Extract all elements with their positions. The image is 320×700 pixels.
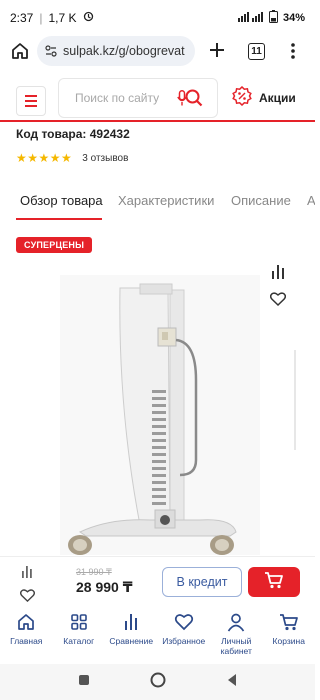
site-settings-icon[interactable]: [45, 45, 57, 57]
network-speed: 1,7 K: [48, 11, 77, 25]
heart-icon[interactable]: [269, 292, 287, 311]
new-tab-icon[interactable]: [208, 41, 226, 64]
compare-icon[interactable]: [22, 565, 32, 583]
heart-icon: [174, 614, 193, 631]
battery-icon: [268, 10, 278, 26]
tab-overview[interactable]: Обзор товара: [20, 193, 103, 208]
old-price: 31 990 ₸: [76, 567, 112, 577]
search-input[interactable]: Поиск по сайту: [58, 78, 218, 118]
compare-icon: [125, 614, 138, 630]
cart-icon: [264, 571, 284, 594]
catalog-icon: [70, 614, 87, 630]
home-icon[interactable]: [10, 41, 30, 66]
address-bar[interactable]: sulpak.kz/g/obogrevat: [37, 36, 195, 66]
purchase-bar: 31 990 ₸ 28 990 ₸ В кредит: [0, 556, 315, 606]
nav-account-label: Личный кабинет: [220, 636, 252, 656]
nav-cart[interactable]: Корзина: [263, 606, 316, 664]
discount-icon: [232, 85, 252, 109]
product-code: Код товара: 492432: [16, 127, 130, 141]
notification-icon: [83, 11, 94, 25]
browser-toolbar: sulpak.kz/g/obogrevat 11: [0, 36, 315, 66]
search-icon[interactable]: [183, 89, 203, 110]
product-rating[interactable]: ★★★★★ 3 отзывов: [16, 151, 128, 165]
nav-cart-label: Корзина: [272, 636, 305, 646]
nav-compare-label: Сравнение: [109, 636, 154, 646]
star-rating: ★★★★★: [16, 151, 73, 165]
status-badge: СУПЕРЦЕНЫ: [16, 237, 93, 253]
nav-account[interactable]: Личный кабинет: [210, 606, 263, 664]
signal-icon: [237, 11, 264, 25]
back-icon[interactable]: [226, 673, 238, 692]
more-menu-icon[interactable]: [290, 42, 296, 65]
clock: 2:37: [10, 11, 34, 25]
add-to-cart-button[interactable]: [248, 567, 300, 597]
tab-description[interactable]: Описание: [231, 193, 291, 208]
nav-home[interactable]: Главная: [0, 606, 53, 664]
tab-specifications[interactable]: Характеристики: [118, 193, 214, 208]
promotions-link[interactable]: Акции: [232, 85, 296, 109]
url-text: sulpak.kz/g/obogrevat: [63, 44, 185, 58]
nav-catalog-label: Каталог: [63, 636, 95, 646]
credit-button[interactable]: В кредит: [162, 567, 242, 597]
battery-level: 34%: [282, 12, 305, 24]
menu-button[interactable]: [16, 86, 46, 116]
site-header: Поиск по сайту Акции: [0, 72, 315, 122]
compare-icon[interactable]: [272, 265, 284, 284]
product-image[interactable]: [0, 270, 315, 560]
reviews-link[interactable]: 3 отзывов: [82, 153, 128, 164]
nav-compare[interactable]: Сравнение: [105, 606, 158, 664]
system-navigation: [0, 664, 315, 700]
promo-label: Акции: [259, 90, 296, 105]
tab-switcher-button[interactable]: 11: [248, 43, 265, 60]
nav-favorites-label: Избранное: [162, 636, 206, 646]
home-button-icon[interactable]: [150, 672, 166, 693]
price: 28 990 ₸: [76, 579, 133, 595]
heart-icon[interactable]: [19, 589, 36, 607]
home-icon: [18, 614, 35, 630]
active-tab-indicator: [16, 218, 102, 220]
nav-home-label: Главная: [10, 636, 43, 646]
recents-icon[interactable]: [78, 673, 90, 691]
cart-icon: [279, 614, 298, 631]
nav-catalog[interactable]: Каталог: [53, 606, 106, 664]
user-icon: [228, 613, 245, 632]
tab-more[interactable]: А: [307, 193, 315, 208]
bottom-navigation: Главная Каталог Сравнение Избранное Личн…: [0, 606, 315, 664]
search-placeholder: Поиск по сайту: [75, 91, 160, 105]
nav-favorites[interactable]: Избранное: [158, 606, 211, 664]
status-bar: 2:37 | 1,7 K 34%: [0, 0, 315, 36]
